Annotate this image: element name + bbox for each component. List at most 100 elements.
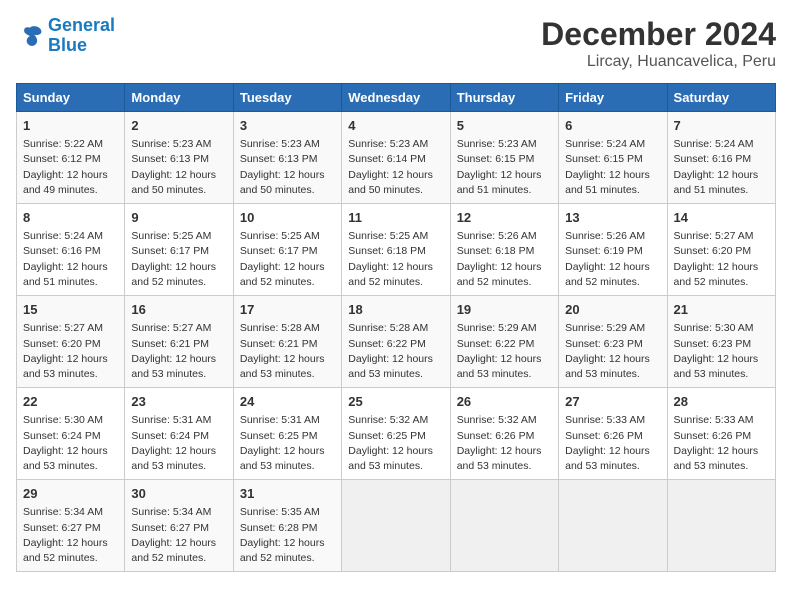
page-title: December 2024 (541, 16, 776, 53)
day-info: Sunrise: 5:24 AM Sunset: 6:16 PM Dayligh… (23, 229, 118, 290)
day-info: Sunrise: 5:27 AM Sunset: 6:20 PM Dayligh… (23, 321, 118, 382)
calendar-cell: 3 Sunrise: 5:23 AM Sunset: 6:13 PM Daylig… (233, 112, 341, 204)
day-number: 25 (348, 393, 443, 411)
day-number: 3 (240, 117, 335, 135)
day-number: 27 (565, 393, 660, 411)
calendar-cell: 1 Sunrise: 5:22 AM Sunset: 6:12 PM Daylig… (17, 112, 125, 204)
calendar-header: SundayMondayTuesdayWednesdayThursdayFrid… (17, 84, 776, 112)
calendar-cell: 8 Sunrise: 5:24 AM Sunset: 6:16 PM Daylig… (17, 204, 125, 296)
day-info: Sunrise: 5:23 AM Sunset: 6:15 PM Dayligh… (457, 137, 552, 198)
day-info: Sunrise: 5:25 AM Sunset: 6:18 PM Dayligh… (348, 229, 443, 290)
day-info: Sunrise: 5:34 AM Sunset: 6:27 PM Dayligh… (131, 505, 226, 566)
day-number: 10 (240, 209, 335, 227)
day-number: 26 (457, 393, 552, 411)
day-info: Sunrise: 5:22 AM Sunset: 6:12 PM Dayligh… (23, 137, 118, 198)
calendar-cell (559, 480, 667, 572)
day-number: 11 (348, 209, 443, 227)
day-info: Sunrise: 5:29 AM Sunset: 6:23 PM Dayligh… (565, 321, 660, 382)
calendar-cell: 20Sunrise: 5:29 AM Sunset: 6:23 PM Dayli… (559, 296, 667, 388)
day-info: Sunrise: 5:28 AM Sunset: 6:21 PM Dayligh… (240, 321, 335, 382)
calendar-cell: 5 Sunrise: 5:23 AM Sunset: 6:15 PM Daylig… (450, 112, 558, 204)
day-number: 15 (23, 301, 118, 319)
weekday-header: Saturday (667, 84, 775, 112)
calendar-body: 1 Sunrise: 5:22 AM Sunset: 6:12 PM Daylig… (17, 112, 776, 572)
calendar-cell: 7 Sunrise: 5:24 AM Sunset: 6:16 PM Daylig… (667, 112, 775, 204)
calendar-cell: 31Sunrise: 5:35 AM Sunset: 6:28 PM Dayli… (233, 480, 341, 572)
day-number: 4 (348, 117, 443, 135)
calendar-cell: 12 Sunrise: 5:26 AM Sunset: 6:18 PM Dayli… (450, 204, 558, 296)
day-info: Sunrise: 5:31 AM Sunset: 6:25 PM Dayligh… (240, 413, 335, 474)
logo: General Blue (16, 16, 115, 56)
day-info: Sunrise: 5:29 AM Sunset: 6:22 PM Dayligh… (457, 321, 552, 382)
day-info: Sunrise: 5:26 AM Sunset: 6:19 PM Dayligh… (565, 229, 660, 290)
day-info: Sunrise: 5:24 AM Sunset: 6:16 PM Dayligh… (674, 137, 769, 198)
day-info: Sunrise: 5:32 AM Sunset: 6:26 PM Dayligh… (457, 413, 552, 474)
calendar-table: SundayMondayTuesdayWednesdayThursdayFrid… (16, 83, 776, 572)
calendar-cell: 16Sunrise: 5:27 AM Sunset: 6:21 PM Dayli… (125, 296, 233, 388)
day-number: 19 (457, 301, 552, 319)
day-number: 13 (565, 209, 660, 227)
calendar-week: 15 Sunrise: 5:27 AM Sunset: 6:20 PM Dayli… (17, 296, 776, 388)
weekday-header: Thursday (450, 84, 558, 112)
day-number: 24 (240, 393, 335, 411)
weekday-header: Friday (559, 84, 667, 112)
day-info: Sunrise: 5:34 AM Sunset: 6:27 PM Dayligh… (23, 505, 118, 566)
day-number: 12 (457, 209, 552, 227)
day-info: Sunrise: 5:33 AM Sunset: 6:26 PM Dayligh… (674, 413, 769, 474)
calendar-cell: 10Sunrise: 5:25 AM Sunset: 6:17 PM Dayli… (233, 204, 341, 296)
page-header: General Blue December 2024 Lircay, Huanc… (16, 16, 776, 71)
calendar-cell (450, 480, 558, 572)
day-info: Sunrise: 5:23 AM Sunset: 6:13 PM Dayligh… (131, 137, 226, 198)
calendar-cell: 23Sunrise: 5:31 AM Sunset: 6:24 PM Dayli… (125, 388, 233, 480)
calendar-week: 22 Sunrise: 5:30 AM Sunset: 6:24 PM Dayli… (17, 388, 776, 480)
day-number: 8 (23, 209, 118, 227)
day-number: 28 (674, 393, 769, 411)
weekday-header: Monday (125, 84, 233, 112)
day-number: 22 (23, 393, 118, 411)
logo-text: General Blue (48, 16, 115, 56)
day-number: 29 (23, 485, 118, 503)
day-number: 18 (348, 301, 443, 319)
day-info: Sunrise: 5:27 AM Sunset: 6:21 PM Dayligh… (131, 321, 226, 382)
day-number: 6 (565, 117, 660, 135)
day-info: Sunrise: 5:30 AM Sunset: 6:24 PM Dayligh… (23, 413, 118, 474)
calendar-cell: 27 Sunrise: 5:33 AM Sunset: 6:26 PM Dayli… (559, 388, 667, 480)
day-info: Sunrise: 5:33 AM Sunset: 6:26 PM Dayligh… (565, 413, 660, 474)
day-number: 14 (674, 209, 769, 227)
calendar-cell: 13 Sunrise: 5:26 AM Sunset: 6:19 PM Dayli… (559, 204, 667, 296)
calendar-cell (342, 480, 450, 572)
weekday-header: Sunday (17, 84, 125, 112)
day-info: Sunrise: 5:30 AM Sunset: 6:23 PM Dayligh… (674, 321, 769, 382)
calendar-cell: 25 Sunrise: 5:32 AM Sunset: 6:25 PM Dayli… (342, 388, 450, 480)
logo-icon (16, 22, 44, 50)
calendar-cell: 26 Sunrise: 5:32 AM Sunset: 6:26 PM Dayli… (450, 388, 558, 480)
calendar-cell: 18Sunrise: 5:28 AM Sunset: 6:22 PM Dayli… (342, 296, 450, 388)
day-number: 7 (674, 117, 769, 135)
title-block: December 2024 Lircay, Huancavelica, Peru (541, 16, 776, 71)
day-number: 30 (131, 485, 226, 503)
calendar-cell: 11 Sunrise: 5:25 AM Sunset: 6:18 PM Dayli… (342, 204, 450, 296)
day-info: Sunrise: 5:23 AM Sunset: 6:13 PM Dayligh… (240, 137, 335, 198)
calendar-cell: 14 Sunrise: 5:27 AM Sunset: 6:20 PM Dayli… (667, 204, 775, 296)
calendar-week: 29 Sunrise: 5:34 AM Sunset: 6:27 PM Dayli… (17, 480, 776, 572)
weekday-header: Wednesday (342, 84, 450, 112)
day-number: 1 (23, 117, 118, 135)
calendar-cell: 22 Sunrise: 5:30 AM Sunset: 6:24 PM Dayli… (17, 388, 125, 480)
day-number: 17 (240, 301, 335, 319)
calendar-cell: 19 Sunrise: 5:29 AM Sunset: 6:22 PM Dayli… (450, 296, 558, 388)
day-number: 9 (131, 209, 226, 227)
day-number: 5 (457, 117, 552, 135)
weekday-header: Tuesday (233, 84, 341, 112)
calendar-cell: 2Sunrise: 5:23 AM Sunset: 6:13 PM Daylig… (125, 112, 233, 204)
day-info: Sunrise: 5:31 AM Sunset: 6:24 PM Dayligh… (131, 413, 226, 474)
weekday-row: SundayMondayTuesdayWednesdayThursdayFrid… (17, 84, 776, 112)
calendar-cell: 17 Sunrise: 5:28 AM Sunset: 6:21 PM Dayli… (233, 296, 341, 388)
day-number: 31 (240, 485, 335, 503)
day-info: Sunrise: 5:26 AM Sunset: 6:18 PM Dayligh… (457, 229, 552, 290)
calendar-cell (667, 480, 775, 572)
day-info: Sunrise: 5:27 AM Sunset: 6:20 PM Dayligh… (674, 229, 769, 290)
calendar-week: 8 Sunrise: 5:24 AM Sunset: 6:16 PM Daylig… (17, 204, 776, 296)
calendar-cell: 21 Sunrise: 5:30 AM Sunset: 6:23 PM Dayli… (667, 296, 775, 388)
day-number: 21 (674, 301, 769, 319)
day-info: Sunrise: 5:32 AM Sunset: 6:25 PM Dayligh… (348, 413, 443, 474)
